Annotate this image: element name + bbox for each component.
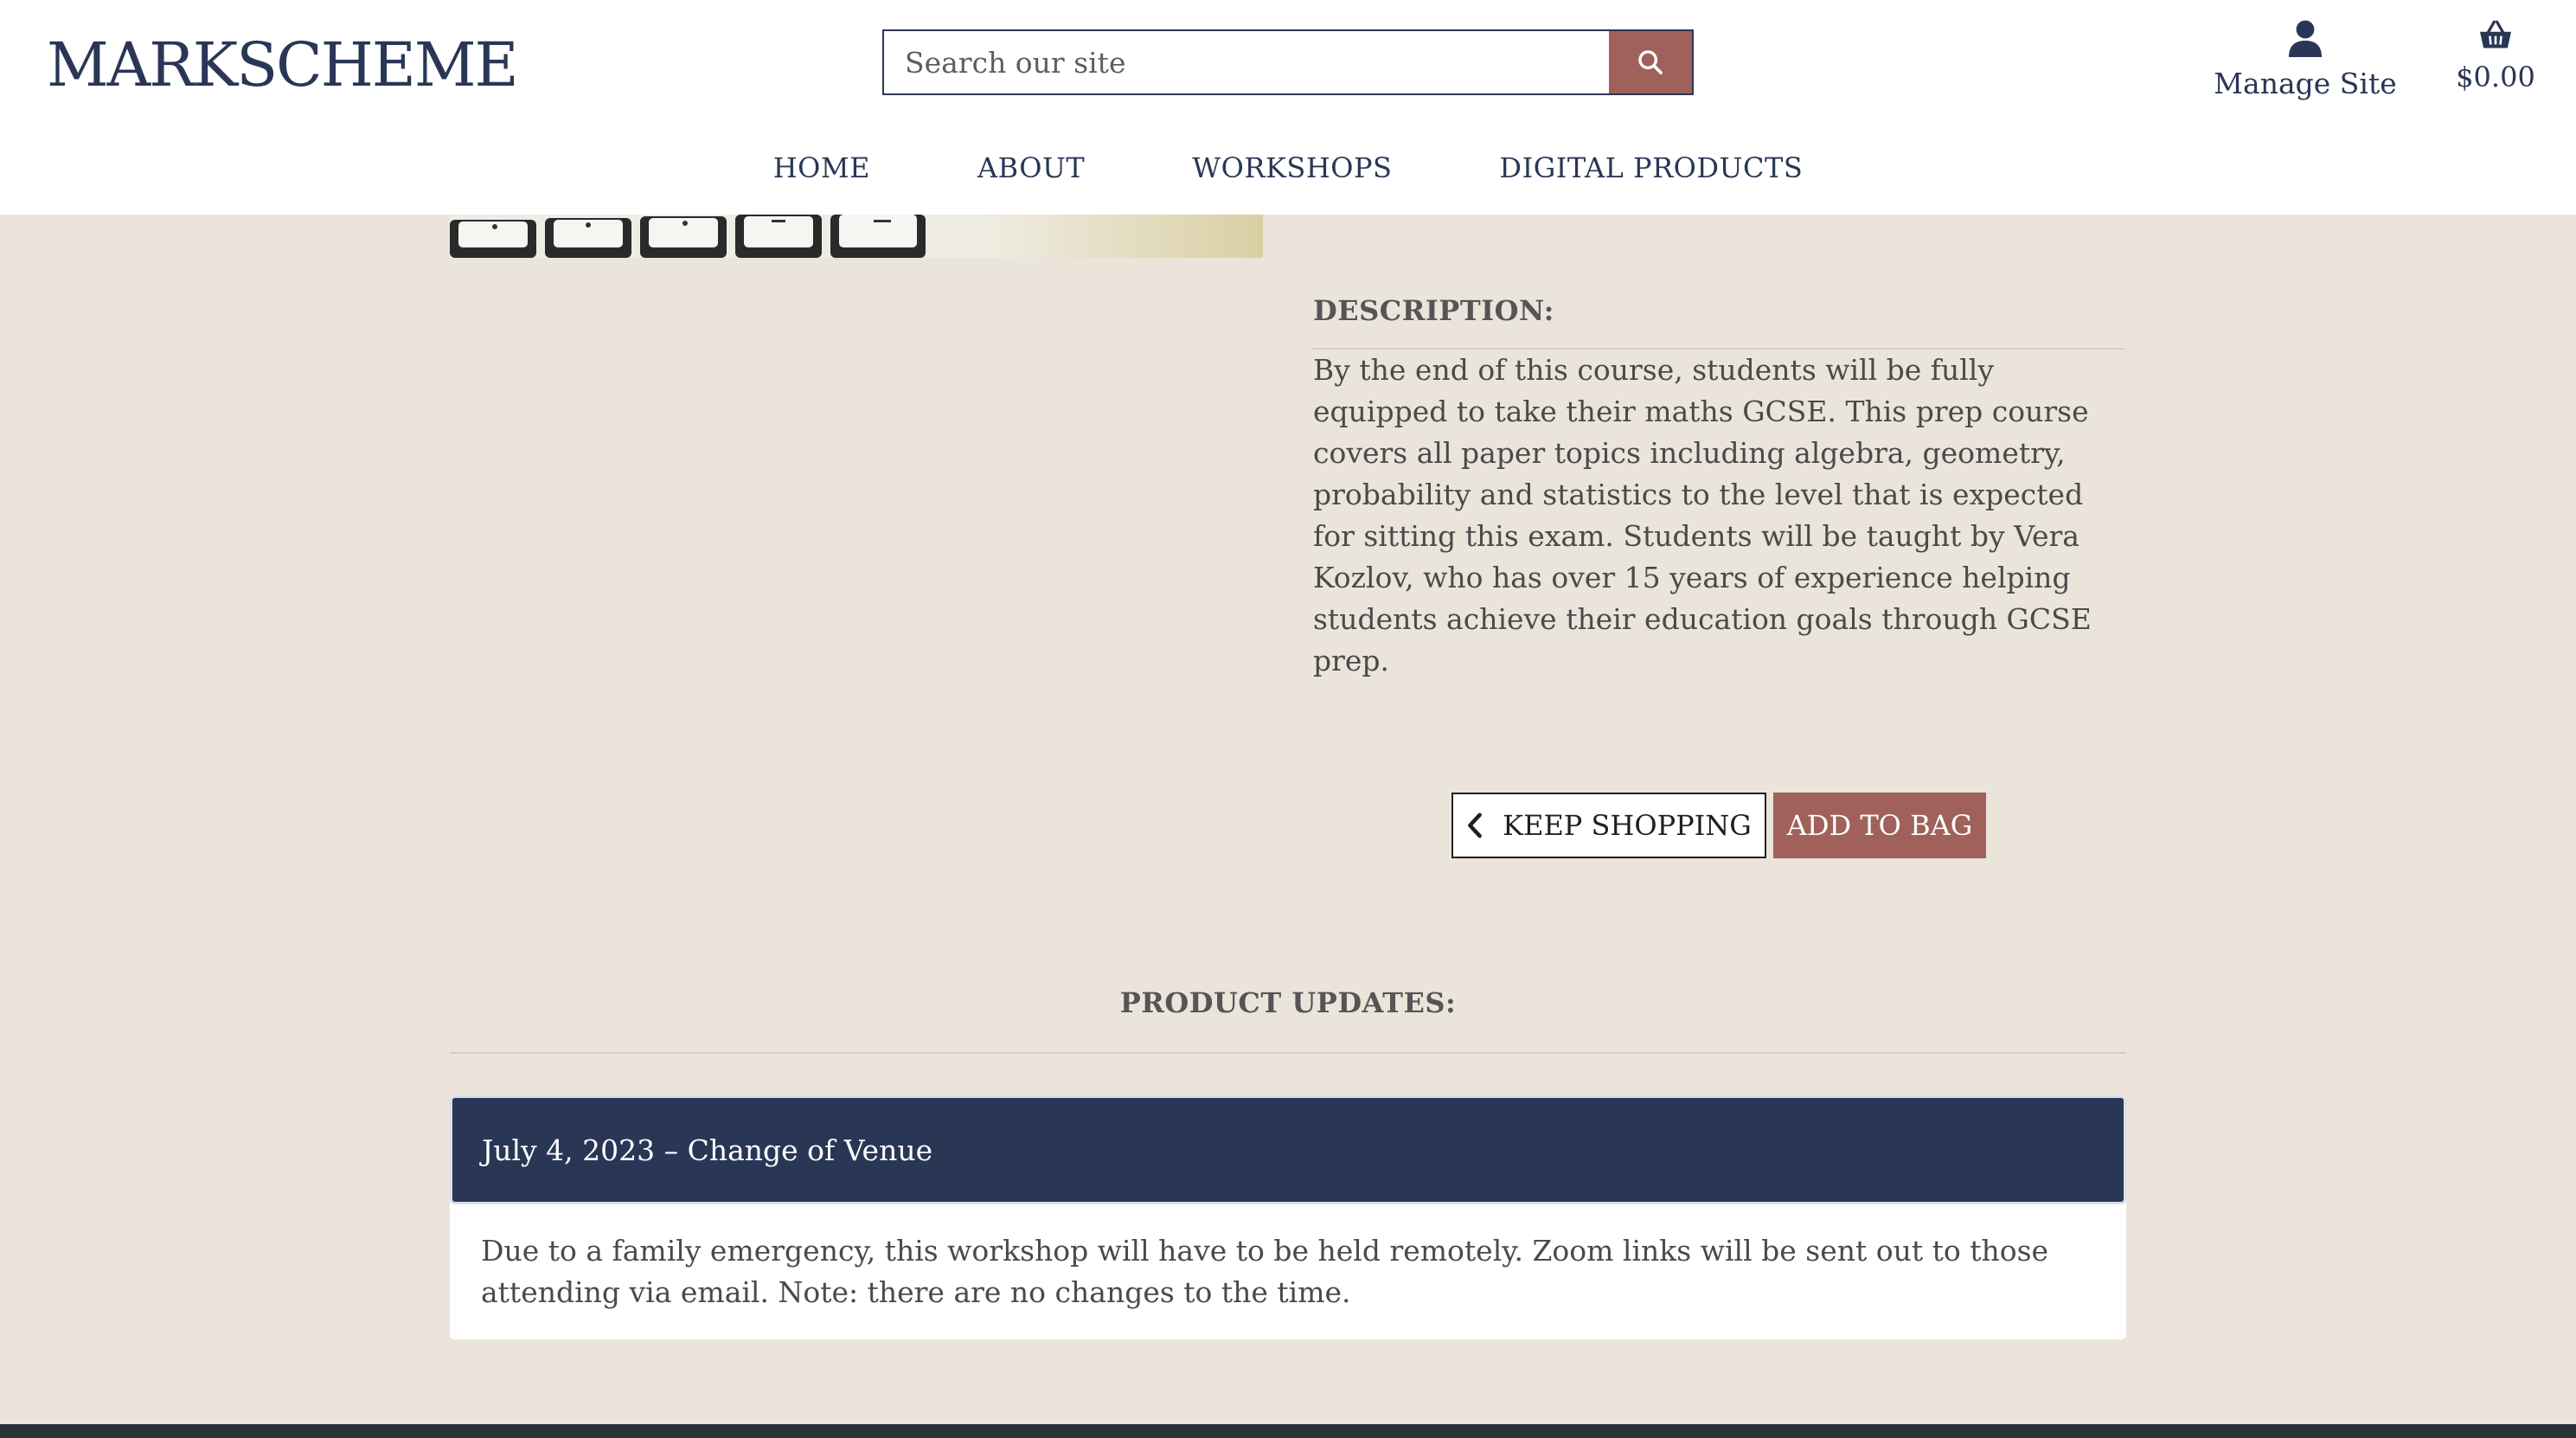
chevron-left-icon <box>1468 812 1483 838</box>
product-updates-divider <box>450 1052 2126 1054</box>
site-header: MARKSCHEME Manage Site $0.00 HOME ABOUT <box>0 0 2576 215</box>
product-updates-heading: PRODUCT UPDATES: <box>1119 986 1457 1019</box>
add-to-bag-label: ADD TO BAG <box>1786 809 1973 842</box>
keyboard-photo <box>450 215 986 258</box>
description-text: By the end of this course, students will… <box>1313 353 2092 677</box>
add-to-bag-button[interactable]: ADD TO BAG <box>1773 793 1986 858</box>
site-logo[interactable]: MARKSCHEME <box>47 26 519 104</box>
search-input[interactable] <box>884 31 1611 93</box>
keep-shopping-label: KEEP SHOPPING <box>1503 809 1752 842</box>
search-button[interactable] <box>1609 31 1692 93</box>
cart-total: $0.00 <box>2456 61 2535 93</box>
nav-item-about[interactable]: ABOUT <box>924 145 1138 190</box>
description-heading: DESCRIPTION: <box>1313 294 1554 327</box>
nav-item-home[interactable]: HOME <box>720 145 924 190</box>
update-accordion-header[interactable]: July 4, 2023 – Change of Venue <box>450 1095 2126 1204</box>
search-bar <box>882 29 1694 95</box>
user-icon <box>2289 20 2322 57</box>
cart-link[interactable]: $0.00 <box>2439 19 2552 95</box>
keep-shopping-button[interactable]: KEEP SHOPPING <box>1451 793 1766 858</box>
manage-site-link[interactable]: Manage Site <box>2197 19 2413 102</box>
update-accordion: July 4, 2023 – Change of Venue Due to a … <box>450 1095 2126 1339</box>
manage-site-label: Manage Site <box>2214 67 2397 100</box>
search-icon <box>1638 50 1663 74</box>
main-nav: HOME ABOUT WORKSHOPS DIGITAL PRODUCTS <box>0 145 2576 190</box>
nav-item-digital-products[interactable]: DIGITAL PRODUCTS <box>1445 145 1856 190</box>
basket-icon <box>2480 20 2511 48</box>
nav-item-workshops[interactable]: WORKSHOPS <box>1138 145 1445 190</box>
site-footer <box>0 1424 2576 1438</box>
product-image <box>450 215 1263 258</box>
update-accordion-body: Due to a family emergency, this workshop… <box>481 1234 2049 1309</box>
